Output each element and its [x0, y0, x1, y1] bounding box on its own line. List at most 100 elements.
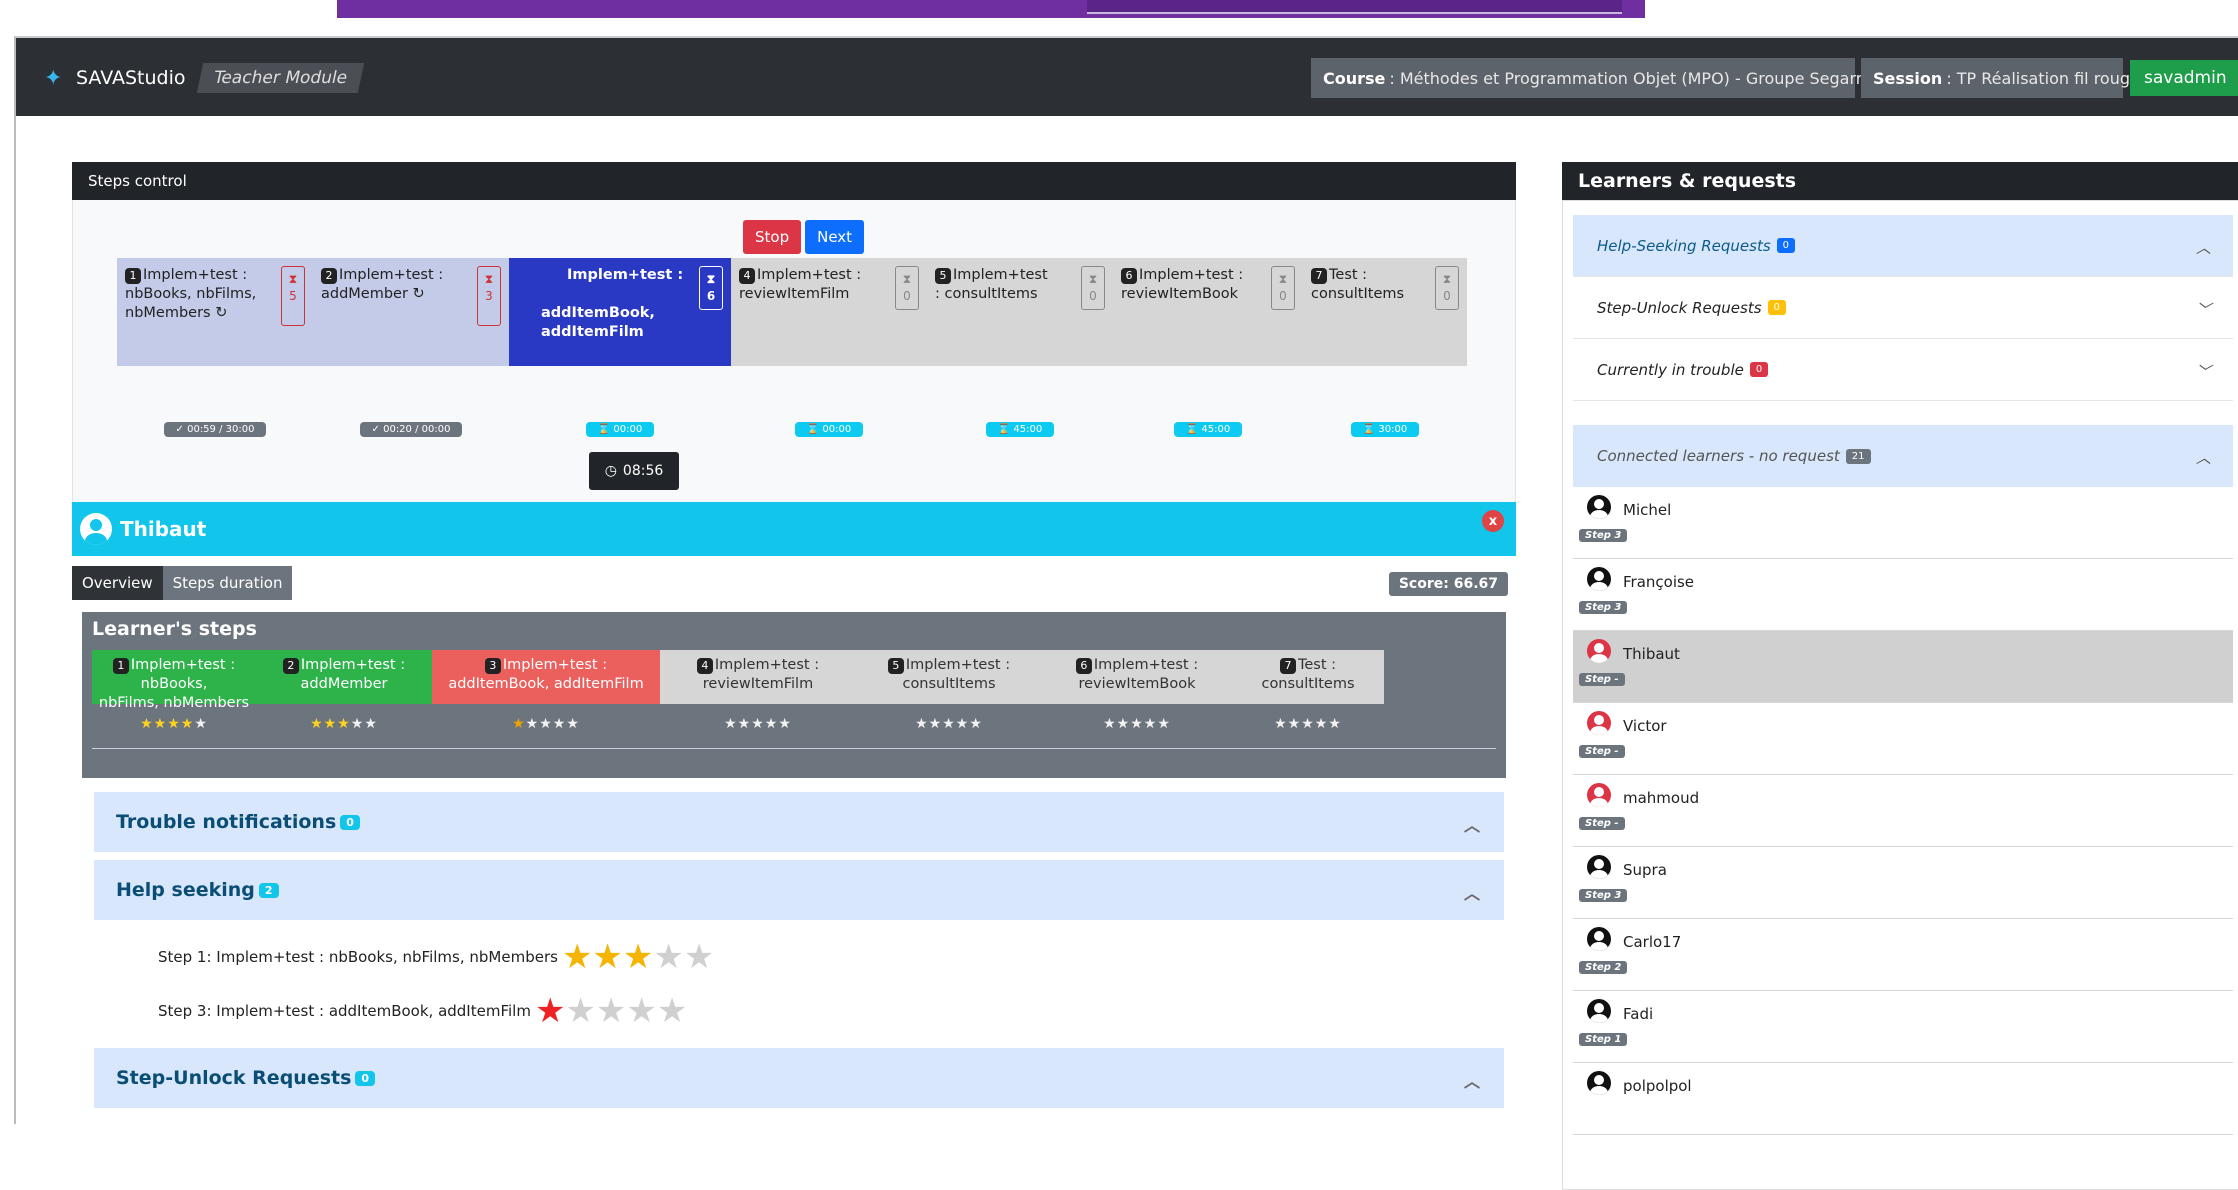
step-line: nbMembers ↻: [125, 305, 228, 321]
trouble-label: Currently in trouble: [1597, 360, 1744, 379]
star-icon: ★: [955, 716, 970, 732]
user-icon: [1587, 495, 1611, 519]
learner-row[interactable]: Thibaut Step -: [1573, 631, 2233, 703]
help-count: 5: [289, 289, 297, 303]
step-card-1[interactable]: 1 Implem+test : nbBooks, nbFilms, nbMembe…: [117, 258, 313, 366]
star-icon: ★: [737, 716, 752, 732]
brand-name: SAVAStudio: [76, 67, 186, 89]
learner-step-badge: Step 1: [1579, 1033, 1628, 1046]
step-timer-badge: ⌛ 45:00: [985, 422, 1055, 437]
trouble-badge: 0: [1749, 362, 1769, 377]
user-icon: [1587, 567, 1611, 591]
step-line: addItemFilm: [541, 324, 644, 340]
step-line: consultItems: [1311, 286, 1405, 302]
learner-row[interactable]: Françoise Step 3: [1573, 559, 2233, 631]
learner-row-name: Michel: [1623, 501, 1672, 519]
learner-row[interactable]: Fadi Step 1: [1573, 991, 2233, 1063]
learner-row[interactable]: Supra Step 3: [1573, 847, 2233, 919]
learner-step-7[interactable]: 7 Test : consultItems: [1232, 650, 1384, 704]
chevron-up-icon: ︿: [1463, 884, 1480, 903]
hourglass-icon[interactable]: ⧗ 0: [1271, 266, 1295, 310]
learner-steps-title: Learner's steps: [92, 618, 257, 640]
step-card-2[interactable]: 2 Implem+test : addMember ↻ ⧗ 3: [313, 258, 509, 366]
learner-row-name: Victor: [1623, 717, 1667, 735]
learner-step-3[interactable]: 3 Implem+test : addItemBook, addItemFilm: [432, 650, 660, 704]
unlock-requests-accordion[interactable]: Step-Unlock Requests 0 ﹀: [1573, 277, 2233, 339]
help-count: 3: [485, 289, 493, 303]
step-line: nbFilms, nbMembers: [98, 695, 250, 711]
help-seeking-accordion[interactable]: Help seeking 2 ︿: [94, 860, 1504, 920]
help-requests-accordion[interactable]: Help-Seeking Requests 0 ︿: [1573, 215, 2233, 277]
connected-label: Connected learners - no request: [1597, 447, 1840, 465]
hourglass-icon[interactable]: ⧗ 0: [1081, 266, 1105, 310]
star-icon: ★: [653, 937, 684, 977]
hourglass-icon[interactable]: ⧗ 5: [281, 266, 305, 326]
step-line: Implem+test :: [1139, 267, 1244, 283]
step-card-5[interactable]: 5 Implem+test : consultItems ⧗ 0: [927, 258, 1113, 366]
steps-row: 1 Implem+test : nbBooks, nbFilms, nbMembe…: [117, 258, 1467, 366]
session-value: : TP Réalisation fil rouge: [1946, 68, 2140, 88]
help-request-text: Step 3: Implem+test : addItemBook, addIt…: [158, 1002, 531, 1020]
step-rating: ★★★★★: [1042, 716, 1232, 732]
step-number: 4: [739, 268, 755, 284]
stop-button[interactable]: Stop: [743, 220, 802, 254]
star-icon: ★: [539, 716, 553, 732]
star-icon: ★: [592, 937, 623, 977]
hourglass-icon[interactable]: ⧗ 6: [699, 266, 723, 310]
star-icon: ★: [310, 716, 324, 732]
learner-step-badge: Step 3: [1579, 529, 1628, 542]
learner-row[interactable]: Carlo17 Step 2: [1573, 919, 2233, 991]
star-icon: ★: [1328, 716, 1342, 732]
learner-row-name: Fadi: [1623, 1005, 1654, 1023]
close-button[interactable]: x: [1482, 510, 1504, 532]
course-label: Course: [1323, 68, 1386, 88]
avatar: [80, 513, 112, 545]
step-card-4[interactable]: 4 Implem+test : reviewItemFilm ⧗ 0: [731, 258, 927, 366]
learner-row[interactable]: mahmoud Step -: [1573, 775, 2233, 847]
next-button[interactable]: Next: [805, 220, 865, 254]
learner-step-badge: Step 3: [1579, 601, 1628, 614]
star-icon: ★: [942, 716, 956, 732]
user-icon: [1587, 999, 1611, 1023]
trouble-notifications-accordion[interactable]: Trouble notifications 0 ︿: [94, 792, 1504, 852]
step-timer-badge: ⌛ 00:00: [794, 422, 864, 437]
step-rating: ★★★★★: [1232, 716, 1384, 732]
learner-step-5[interactable]: 5 Implem+test : consultItems: [856, 650, 1042, 704]
learner-row[interactable]: Victor Step -: [1573, 703, 2233, 775]
brand[interactable]: ✦ SAVAStudio Teacher Module: [44, 63, 364, 93]
elapsed-time: 08:56: [622, 463, 664, 479]
star-rating: ★★★★★: [535, 994, 687, 1028]
learner-header: Thibaut x: [72, 502, 1516, 556]
hourglass-icon[interactable]: ⧗ 0: [895, 266, 919, 310]
hourglass-icon[interactable]: ⧗ 3: [477, 266, 501, 326]
star-icon: ★: [969, 716, 983, 732]
learner-row[interactable]: polpolpol: [1573, 1063, 2233, 1135]
help-count-badge: 2: [258, 882, 279, 898]
star-icon: ★: [1143, 716, 1158, 732]
connected-learners-accordion[interactable]: Connected learners - no request 21 ︿: [1573, 425, 2233, 487]
step-card-6[interactable]: 6 Implem+test : reviewItemBook ⧗ 0: [1113, 258, 1303, 366]
trouble-accordion[interactable]: Currently in trouble 0 ﹀: [1573, 339, 2233, 401]
help-request-item: Step 3: Implem+test : addItemBook, addIt…: [158, 994, 1516, 1028]
learner-step-2[interactable]: 2 Implem+test : addMember: [256, 650, 432, 704]
star-icon: ★: [1130, 716, 1144, 732]
step-card-3[interactable]: Implem+test : addItemBook, addItemFilm ⧗…: [509, 258, 731, 366]
star-rating: ★★★★★: [562, 940, 714, 974]
help-request-text: Step 1: Implem+test : nbBooks, nbFilms, …: [158, 948, 558, 966]
chevron-up-icon: ︿: [1463, 1072, 1480, 1091]
help-count: 6: [706, 289, 716, 303]
hourglass-icon[interactable]: ⧗ 0: [1435, 266, 1459, 310]
learner-step-4[interactable]: 4 Implem+test : reviewItemFilm: [660, 650, 856, 704]
tab-steps-duration[interactable]: Steps duration: [162, 566, 293, 600]
module-label[interactable]: Teacher Module: [196, 63, 364, 93]
tab-overview[interactable]: Overview: [72, 566, 163, 600]
step-card-7[interactable]: 7 Test : consultItems ⧗ 0: [1303, 258, 1467, 366]
learner-row[interactable]: Michel Step 3: [1573, 487, 2233, 559]
step-rating: ★★★★★: [432, 716, 660, 732]
step-rating: ★★★★★: [660, 716, 856, 732]
learner-step-6[interactable]: 6 Implem+test : reviewItemBook: [1042, 650, 1232, 704]
step-unlock-accordion[interactable]: Step-Unlock Requests 0 ︿: [94, 1048, 1504, 1108]
user-menu-button[interactable]: savadmin: [2130, 60, 2238, 96]
learner-step-ratings: ★★★★★ ★★★★★ ★★★★★ ★★★★★ ★★★★★ ★★★★★ ★★★★…: [92, 716, 1384, 732]
learner-step-1[interactable]: 1 Implem+test : nbBooks, nbFilms, nbMember…: [92, 650, 256, 711]
